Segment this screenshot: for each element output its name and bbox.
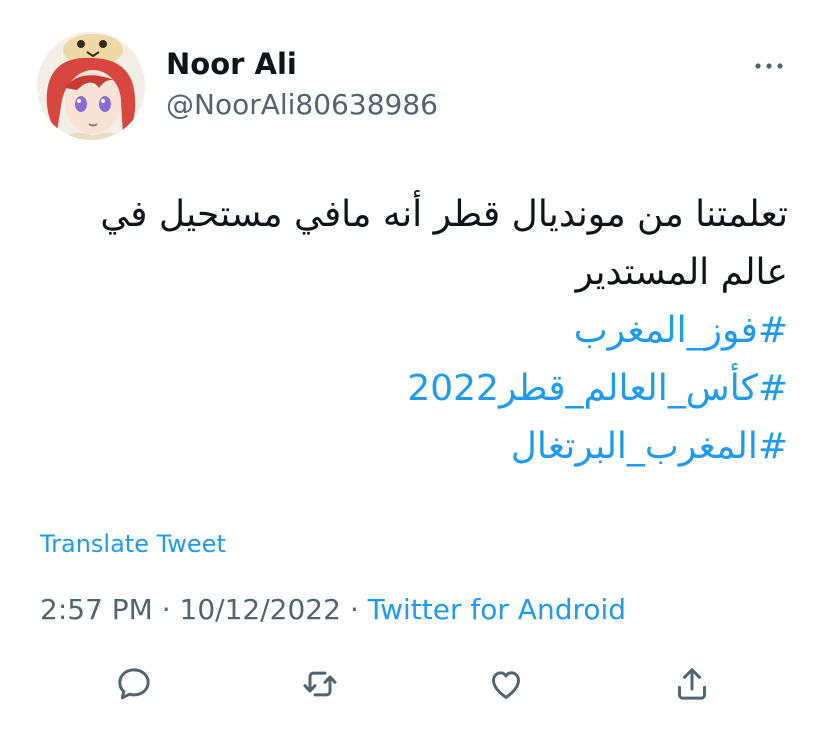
retweet-icon: [303, 671, 337, 697]
meta-separator: ·: [161, 593, 171, 626]
retweet-button[interactable]: [296, 660, 344, 708]
tweet-text-line: عالم المستدير: [575, 252, 788, 293]
author-name[interactable]: Noor Ali: [166, 44, 297, 84]
like-icon: [492, 671, 520, 699]
reply-icon: [118, 668, 150, 700]
meta-separator: ·: [349, 593, 359, 626]
tweet-meta: 2:57 PM · 10/12/2022 · Twitter for Andro…: [40, 590, 626, 630]
tweet-text: تعلمتنا من مونديال قطر أنه مافي مستحيل ف…: [36, 186, 788, 476]
like-button[interactable]: [482, 660, 530, 708]
tweet-source-link[interactable]: Twitter for Android: [368, 593, 626, 626]
tweet-time[interactable]: 2:57 PM: [40, 593, 153, 626]
hashtag-link[interactable]: #المغرب_البرتغال: [36, 418, 788, 476]
avatar-image: [37, 32, 145, 140]
more-dots-icon: [755, 63, 783, 69]
tweet-text-line: تعلمتنا من مونديال قطر أنه مافي مستحيل ف…: [100, 194, 788, 235]
tweet-date[interactable]: 10/12/2022: [180, 593, 341, 626]
reply-button[interactable]: [110, 660, 158, 708]
hashtag-link[interactable]: #كأس_العالم_قطر2022: [36, 360, 788, 418]
translate-tweet-link[interactable]: Translate Tweet: [40, 528, 226, 560]
avatar[interactable]: [37, 32, 145, 140]
share-icon: [678, 668, 706, 700]
more-button[interactable]: [747, 50, 791, 82]
hashtag-link[interactable]: #فوز_المغرب: [36, 302, 788, 360]
share-button[interactable]: [668, 660, 716, 708]
author-handle[interactable]: @NoorAli80638986: [166, 86, 438, 124]
